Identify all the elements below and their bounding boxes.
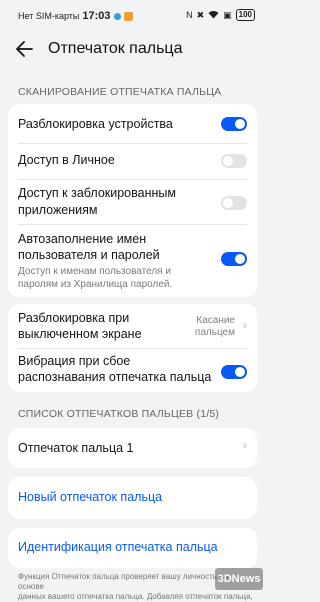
section-title-list: СПИСОК ОТПЕЧАТКОВ ПАЛЬЦЕВ (1/5)	[18, 408, 220, 420]
row-autofill[interactable]: Автозаполнение имен пользователя и парол…	[8, 225, 257, 297]
row-label: Доступ в Личное	[18, 153, 115, 167]
row-label-line2: пользователя и паролей	[18, 248, 160, 262]
back-button[interactable]	[14, 38, 36, 60]
fingerprint-item[interactable]: Отпечаток пальца 1 ›	[8, 428, 257, 468]
private-access-toggle[interactable]	[221, 154, 247, 168]
clock: 17:03	[82, 10, 111, 22]
autofill-toggle[interactable]	[221, 252, 247, 266]
page-title: Отпечаток пальца	[48, 40, 183, 57]
app-header: Отпечаток пальца	[0, 34, 265, 64]
silent-icon: ✖	[196, 10, 205, 20]
new-fingerprint-button[interactable]: Новый отпечаток пальца	[18, 490, 162, 504]
carrier-text: Нет SIM-карты	[18, 11, 80, 21]
identify-fingerprint-button[interactable]: Идентификация отпечатка пальца	[18, 540, 218, 554]
status-right: N ✖ ▣ 100	[186, 9, 255, 21]
status-left: Нет SIM-карты 17:03	[18, 10, 133, 22]
wifi-icon	[208, 10, 219, 21]
row-vibration[interactable]: Вибрация при сбое распознавания отпечатк…	[8, 349, 257, 392]
row-screen-off-unlock[interactable]: Разблокировка при выключенном экране Кас…	[8, 304, 257, 348]
row-sub-line1: Доступ к именам пользователя и	[18, 266, 171, 277]
row-label-line1: Автозаполнение имен	[18, 232, 147, 246]
row-sub-line2: паролям из Хранилища паролей.	[18, 279, 173, 290]
row-unlock-device[interactable]: Разблокировка устройства	[8, 104, 257, 144]
row-label-line2: распознавания отпечатка пальца	[18, 370, 212, 384]
chevron-right-icon: ›	[243, 318, 247, 332]
row-value-line2: пальцем	[194, 327, 235, 338]
section-title-scan: СКАНИРОВАНИЕ ОТПЕЧАТКА ПАЛЬЦА	[18, 86, 222, 98]
screen-settings-card: Разблокировка при выключенном экране Кас…	[8, 304, 257, 392]
identify-card: Идентификация отпечатка пальца	[8, 528, 257, 568]
row-label-line2: выключенном экране	[18, 327, 142, 341]
back-arrow-icon	[16, 41, 33, 57]
notification-app-icon	[123, 11, 133, 21]
footer-line2: данных вашего отпечатка пальца. Добавляя…	[18, 592, 253, 601]
data-icon: ▣	[223, 10, 232, 20]
locked-apps-toggle[interactable]	[221, 196, 247, 210]
row-label-line1: Разблокировка при	[18, 311, 130, 325]
chevron-right-icon: ›	[243, 438, 247, 452]
row-private-access[interactable]: Доступ в Личное	[8, 144, 257, 180]
row-value-line1: Касание	[196, 315, 235, 326]
fingerprint-label: Отпечаток пальца 1	[18, 441, 134, 455]
row-label-line2: приложениям	[18, 203, 98, 217]
vibration-toggle[interactable]	[221, 365, 247, 379]
telegram-icon	[113, 12, 121, 20]
row-label: Разблокировка устройства	[18, 117, 173, 131]
row-label-line1: Вибрация при сбое	[18, 354, 131, 368]
scan-settings-card: Разблокировка устройства Доступ в Личное…	[8, 104, 257, 297]
fingerprint-list-card: Отпечаток пальца 1 ›	[8, 428, 257, 468]
status-bar: Нет SIM-карты 17:03 N ✖ ▣ 100	[0, 0, 265, 30]
row-locked-apps[interactable]: Доступ к заблокированным приложениям	[8, 180, 257, 225]
row-label-line1: Доступ к заблокированным	[18, 186, 176, 200]
nfc-icon: N	[186, 10, 193, 20]
watermark-logo: 3DNews	[215, 568, 263, 590]
unlock-device-toggle[interactable]	[221, 117, 247, 131]
battery-indicator: 100	[235, 9, 255, 21]
new-fingerprint-card: Новый отпечаток пальца	[8, 477, 257, 519]
